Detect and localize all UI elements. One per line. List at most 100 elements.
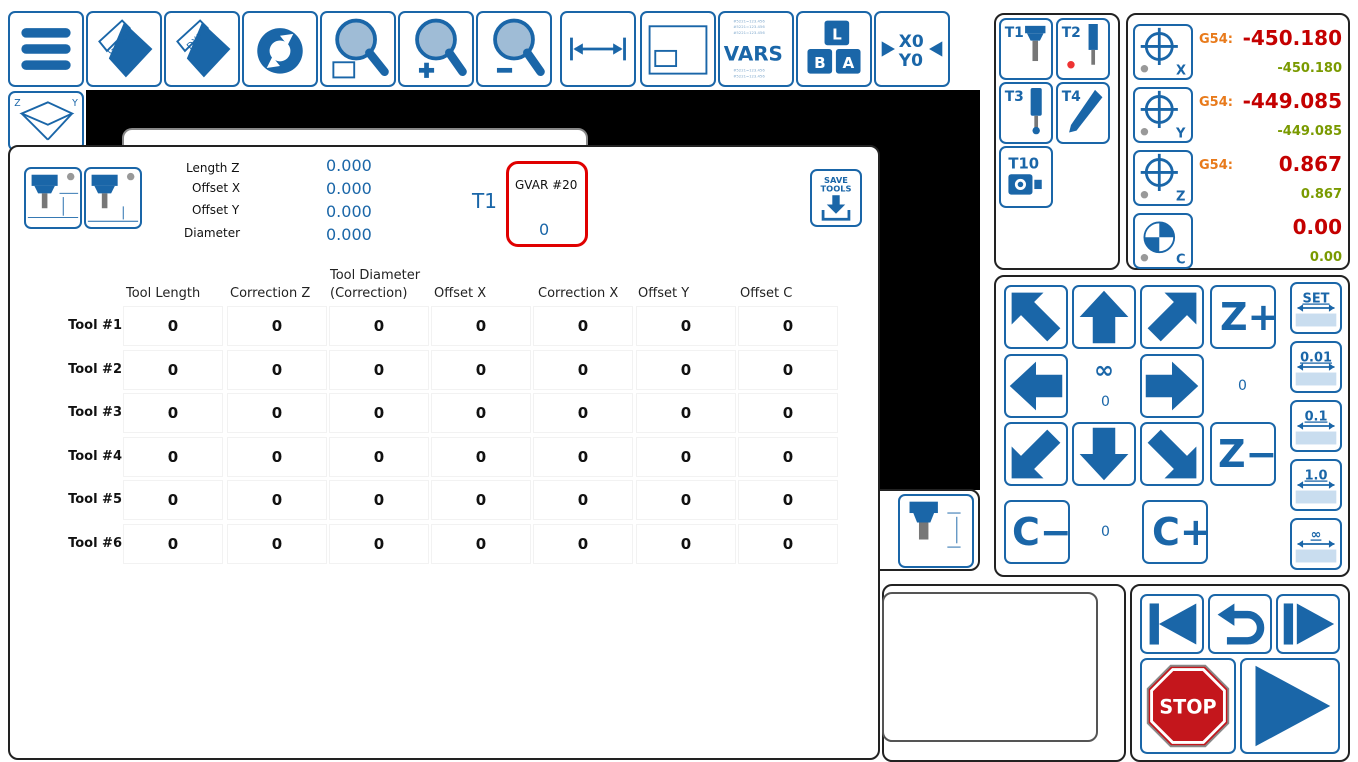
table-cell[interactable]: 0	[228, 394, 326, 432]
length-z-value: 0.000	[326, 156, 372, 175]
step-size-button[interactable]: ∞	[1290, 518, 1342, 570]
table-cell[interactable]: 0	[228, 481, 326, 519]
fit-view-button[interactable]	[640, 11, 716, 87]
table-cell[interactable]: 0	[739, 481, 837, 519]
fit-width-button[interactable]	[560, 11, 636, 87]
table-cell[interactable]: 0	[124, 307, 222, 345]
zero-axis-x-button[interactable]: X	[1133, 24, 1193, 80]
table-cell[interactable]: 0	[534, 437, 632, 476]
menu-button[interactable]	[8, 11, 84, 87]
tool-t10-button[interactable]: T10	[999, 146, 1053, 208]
zero-axis-c-button[interactable]: C	[1133, 213, 1193, 269]
table-cell[interactable]: 0	[330, 350, 428, 389]
table-cell[interactable]: 0	[330, 481, 428, 519]
jog-c-plus-button[interactable]: C+	[1142, 500, 1212, 564]
table-cell[interactable]: 0	[534, 524, 632, 563]
jog-z-minus-button[interactable]: Z−	[1210, 422, 1277, 486]
table-cell[interactable]: 0	[432, 350, 530, 389]
jog-down-right-button[interactable]	[1140, 422, 1204, 486]
tool-t1-button[interactable]: T1	[999, 18, 1053, 80]
table-cell[interactable]: 0	[432, 394, 530, 432]
jog-up-right-button[interactable]	[1140, 285, 1204, 349]
jog-right-button[interactable]	[1140, 354, 1204, 418]
table-cell[interactable]: 0	[739, 350, 837, 389]
table-cell[interactable]: 0	[637, 394, 735, 432]
start-button[interactable]	[1240, 658, 1340, 754]
vars-button[interactable]: #5221=123.456 #5221=123.456 #5221=123.45…	[718, 11, 794, 87]
zoom-in-button[interactable]	[398, 11, 474, 87]
table-cell[interactable]: 0	[739, 524, 837, 563]
measure-tool-offset-button[interactable]	[84, 167, 142, 229]
table-cell[interactable]: 0	[432, 307, 530, 345]
svg-text:C: C	[1176, 252, 1186, 267]
table-cell[interactable]: 0	[534, 350, 632, 389]
table-cell[interactable]: 0	[330, 307, 428, 345]
jog-down-left-button[interactable]	[1004, 422, 1068, 486]
table-cell[interactable]: 0	[432, 437, 530, 476]
table-cell[interactable]: 0	[432, 481, 530, 519]
table-cell[interactable]: 0	[534, 481, 632, 519]
step-size-button[interactable]: 1.0	[1290, 459, 1342, 511]
table-cell[interactable]: 0	[739, 394, 837, 432]
hamburger-icon	[21, 28, 71, 70]
table-cell[interactable]: 0	[432, 524, 530, 563]
tool-t2-button[interactable]: T2	[1056, 18, 1110, 80]
tool-t4-button[interactable]: T4	[1056, 82, 1110, 144]
table-cell[interactable]: 0	[124, 350, 222, 389]
rewind-button[interactable]	[1140, 594, 1204, 654]
step-size-button[interactable]: 0.01	[1290, 341, 1342, 393]
jog-down-button[interactable]	[1072, 422, 1136, 486]
table-cell[interactable]: 0	[228, 350, 326, 389]
table-cell[interactable]: 0	[739, 307, 837, 345]
table-cell[interactable]: 0	[228, 437, 326, 476]
table-cell[interactable]: 0	[124, 481, 222, 519]
table-cell[interactable]: 0	[228, 524, 326, 563]
table-cell[interactable]: 0	[637, 524, 735, 563]
table-cell[interactable]: 0	[534, 394, 632, 432]
jog-up-left-button[interactable]	[1004, 285, 1068, 349]
open-dxf-button[interactable]: DXF	[164, 11, 240, 87]
table-cell[interactable]: 0	[330, 394, 428, 432]
table-cell[interactable]: 0	[637, 437, 735, 476]
stop-button[interactable]: STOP	[1140, 658, 1236, 754]
measure-tool-length-button[interactable]	[24, 167, 82, 229]
view-3d-button[interactable]: ZY	[8, 91, 84, 151]
table-cell[interactable]: 0	[124, 524, 222, 563]
keyboard-button[interactable]: L B A	[796, 11, 872, 87]
table-cell[interactable]: 0	[637, 350, 735, 389]
zoom-out-button[interactable]	[476, 11, 552, 87]
save-tools-button[interactable]: SAVE TOOLS	[810, 169, 862, 227]
gvar-box[interactable]: GVAR #20 0	[506, 161, 588, 247]
arrow-up-left-icon	[1011, 292, 1061, 342]
probe-tool-length-button[interactable]	[898, 494, 974, 568]
step-size-button[interactable]: 0.1	[1290, 400, 1342, 452]
table-cell[interactable]: 0	[124, 437, 222, 476]
table-cell[interactable]: 0	[534, 307, 632, 345]
jog-c-minus-button[interactable]: C−	[1004, 500, 1072, 564]
table-cell[interactable]: 0	[637, 307, 735, 345]
table-cell[interactable]: 0	[330, 524, 428, 563]
zero-axis-z-button[interactable]: Z	[1133, 150, 1193, 206]
table-cell[interactable]: 0	[228, 307, 326, 345]
step-forward-button[interactable]	[1276, 594, 1340, 654]
step-size-button[interactable]: SET	[1290, 282, 1342, 334]
open-gcode-button[interactable]: G-code	[86, 11, 162, 87]
jog-z-plus-button[interactable]: Z+	[1210, 285, 1279, 349]
table-cell[interactable]: 0	[739, 437, 837, 476]
table-cell[interactable]: 0	[124, 394, 222, 432]
jog-left-button[interactable]	[1004, 354, 1068, 418]
ruler-icon: ∞	[1295, 527, 1337, 563]
go-home-button[interactable]: X0 Y0	[874, 11, 950, 87]
table-cell[interactable]: 0	[330, 437, 428, 476]
zero-axis-y-button[interactable]: Y	[1133, 87, 1193, 143]
jog-up-button[interactable]	[1072, 285, 1136, 349]
c-minus-label: C−	[1012, 510, 1072, 554]
drill-bit-icon: T1	[1005, 25, 1046, 62]
zoom-window-button[interactable]	[320, 11, 396, 87]
tool-probe-icon	[909, 501, 961, 548]
reload-button[interactable]	[242, 11, 318, 87]
tool-t3-button[interactable]: T3	[999, 82, 1053, 144]
fit-width-icon	[570, 37, 626, 61]
undo-button[interactable]	[1208, 594, 1272, 654]
table-cell[interactable]: 0	[637, 481, 735, 519]
